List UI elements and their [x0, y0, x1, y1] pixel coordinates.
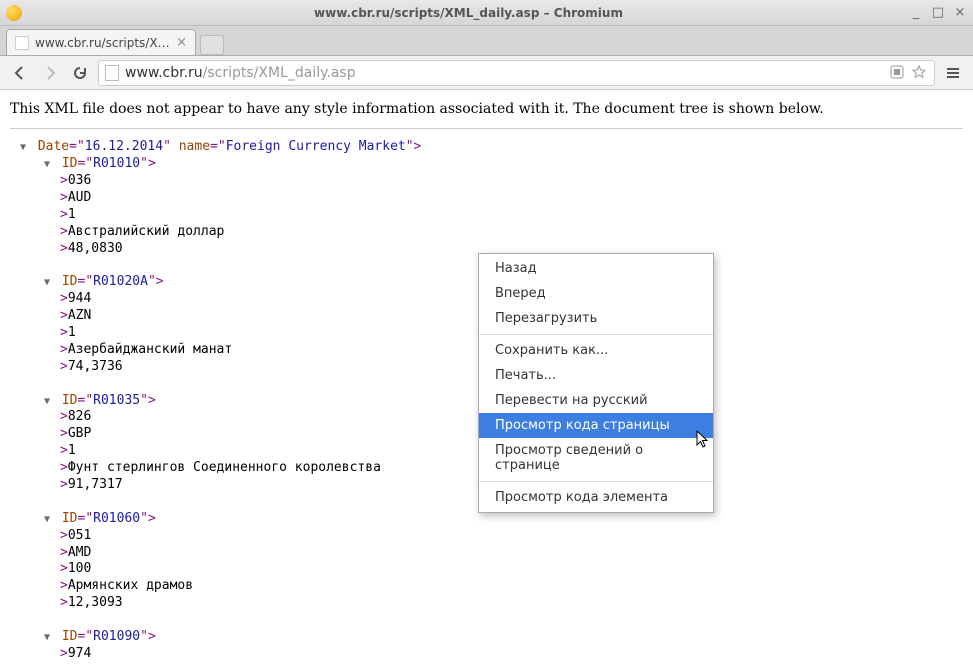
- disclosure-triangle-icon[interactable]: ▼: [44, 631, 54, 644]
- new-tab-button[interactable]: [200, 35, 224, 55]
- disclosure-triangle-icon[interactable]: ▼: [44, 276, 54, 289]
- window-titlebar: www.cbr.ru/scripts/XML_daily.asp – Chrom…: [0, 0, 973, 26]
- xml-notice: This XML file does not appear to have an…: [10, 98, 963, 129]
- close-button[interactable]: ×: [953, 6, 967, 20]
- context-menu: Назад Вперед Перезагрузить Сохранить как…: [478, 253, 714, 513]
- disclosure-triangle-icon[interactable]: ▼: [44, 395, 54, 408]
- window-buttons: _ □ ×: [909, 6, 967, 20]
- tab-strip: www.cbr.ru/scripts/XML... ×: [0, 26, 973, 56]
- ctx-print[interactable]: Печать...: [479, 363, 713, 388]
- disclosure-triangle-icon[interactable]: ▼: [44, 513, 54, 526]
- forward-button[interactable]: [38, 61, 62, 85]
- ctx-translate[interactable]: Перевести на русский: [479, 388, 713, 413]
- window-title: www.cbr.ru/scripts/XML_daily.asp – Chrom…: [28, 6, 909, 20]
- ctx-forward[interactable]: Вперед: [479, 281, 713, 306]
- ctx-separator: [479, 334, 713, 335]
- ctx-save-as[interactable]: Сохранить как...: [479, 338, 713, 363]
- menu-button[interactable]: [941, 61, 965, 85]
- address-bar[interactable]: www.cbr.ru/scripts/XML_daily.asp: [98, 60, 935, 86]
- tab-title: www.cbr.ru/scripts/XML...: [35, 36, 170, 50]
- browser-toolbar: www.cbr.ru/scripts/XML_daily.asp: [0, 56, 973, 90]
- ctx-reload[interactable]: Перезагрузить: [479, 306, 713, 331]
- browser-tab[interactable]: www.cbr.ru/scripts/XML... ×: [6, 29, 196, 55]
- ctx-page-info[interactable]: Просмотр сведений о странице: [479, 438, 713, 478]
- page-icon: [105, 65, 119, 81]
- disclosure-triangle-icon[interactable]: ▼: [44, 158, 54, 171]
- back-button[interactable]: [8, 61, 32, 85]
- ctx-back[interactable]: Назад: [479, 256, 713, 281]
- favicon: [15, 36, 29, 50]
- ctx-separator: [479, 481, 713, 482]
- url-text: www.cbr.ru/scripts/XML_daily.asp: [125, 65, 884, 81]
- minimize-button[interactable]: _: [909, 6, 923, 20]
- tab-close-icon[interactable]: ×: [176, 35, 187, 50]
- disclosure-triangle-icon[interactable]: ▼: [20, 141, 30, 154]
- app-icon: [6, 5, 22, 21]
- maximize-button[interactable]: □: [931, 6, 945, 20]
- ctx-inspect[interactable]: Просмотр кода элемента: [479, 485, 713, 510]
- reload-button[interactable]: [68, 61, 92, 85]
- ctx-view-source[interactable]: Просмотр кода страницы: [479, 413, 713, 438]
- page-action-icon[interactable]: [890, 65, 906, 81]
- bookmark-star-icon[interactable]: [912, 65, 928, 81]
